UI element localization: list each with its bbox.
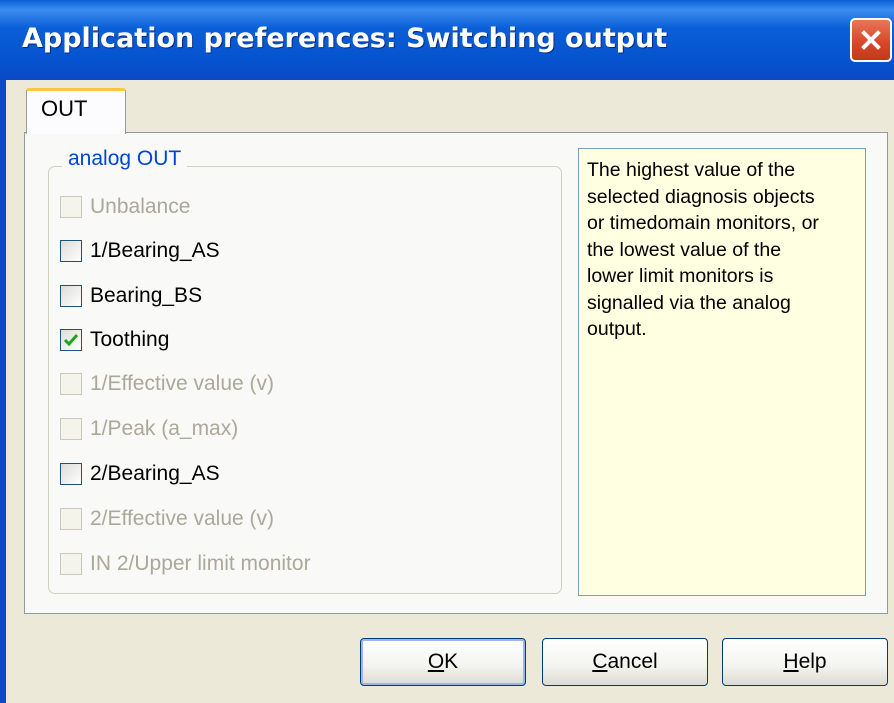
checkbox-box bbox=[60, 373, 82, 395]
checkmark-icon bbox=[63, 334, 79, 347]
checkbox-label: 2/Effective value (v) bbox=[90, 507, 275, 530]
close-icon bbox=[861, 30, 881, 50]
description-text: The highest value of the selected diagno… bbox=[587, 159, 819, 340]
checkbox-2-bearing-as[interactable]: 2/Bearing_AS bbox=[60, 458, 220, 490]
checkbox-box[interactable] bbox=[60, 285, 82, 307]
cancel-button[interactable]: Cancel bbox=[542, 638, 708, 686]
checkbox-1-bearing-as[interactable]: 1/Bearing_AS bbox=[60, 235, 220, 267]
checkbox-box[interactable] bbox=[60, 240, 82, 262]
window-title: Application preferences: Switching outpu… bbox=[22, 23, 668, 54]
title-bar[interactable]: Application preferences: Switching outpu… bbox=[0, 0, 894, 80]
help-label-rest: elp bbox=[798, 650, 827, 673]
checkbox-label: IN 2/Upper limit monitor bbox=[90, 552, 311, 575]
help-button[interactable]: Help bbox=[722, 638, 888, 686]
tab-out-label: OUT bbox=[41, 96, 88, 121]
checkbox-label: 2/Bearing_AS bbox=[90, 462, 220, 485]
checkbox-bearing-bs[interactable]: Bearing_BS bbox=[60, 280, 202, 312]
checkbox-1-effective-value: 1/Effective value (v) bbox=[60, 368, 274, 400]
checkbox-label: Bearing_BS bbox=[90, 284, 203, 307]
ok-button[interactable]: OK bbox=[360, 638, 526, 686]
cancel-label-rest: ancel bbox=[607, 650, 658, 673]
checkbox-1-peak: 1/Peak (a_max) bbox=[60, 413, 238, 445]
ok-label-rest: K bbox=[444, 650, 459, 673]
checkbox-box bbox=[60, 553, 82, 575]
checkbox-unbalance: Unbalance bbox=[60, 191, 190, 223]
window-frame-left bbox=[0, 80, 6, 703]
analog-out-group-label: analog OUT bbox=[62, 147, 188, 171]
checkbox-box bbox=[60, 196, 82, 218]
checkbox-toothing[interactable]: Toothing bbox=[60, 324, 169, 356]
description-panel: The highest value of the selected diagno… bbox=[578, 148, 866, 596]
checkbox-in2-upper-limit-monitor: IN 2/Upper limit monitor bbox=[60, 548, 311, 580]
close-button[interactable] bbox=[850, 18, 892, 62]
checkbox-2-effective-value: 2/Effective value (v) bbox=[60, 503, 274, 535]
help-accelerator: H bbox=[783, 650, 799, 673]
checkbox-box bbox=[60, 418, 82, 440]
dialog-window: Application preferences: Switching outpu… bbox=[0, 0, 894, 703]
checkbox-box bbox=[60, 508, 82, 530]
checkbox-box[interactable] bbox=[60, 463, 82, 485]
cancel-accelerator: C bbox=[592, 650, 608, 673]
checkbox-label: 1/Bearing_AS bbox=[90, 239, 220, 262]
checkbox-label: 1/Effective value (v) bbox=[90, 372, 275, 395]
tab-out[interactable]: OUT bbox=[26, 88, 126, 134]
checkbox-label: Toothing bbox=[90, 328, 170, 351]
ok-accelerator: O bbox=[427, 650, 445, 673]
checkbox-label: 1/Peak (a_max) bbox=[90, 417, 239, 440]
checkbox-box[interactable] bbox=[60, 329, 82, 351]
checkbox-label: Unbalance bbox=[90, 195, 191, 218]
